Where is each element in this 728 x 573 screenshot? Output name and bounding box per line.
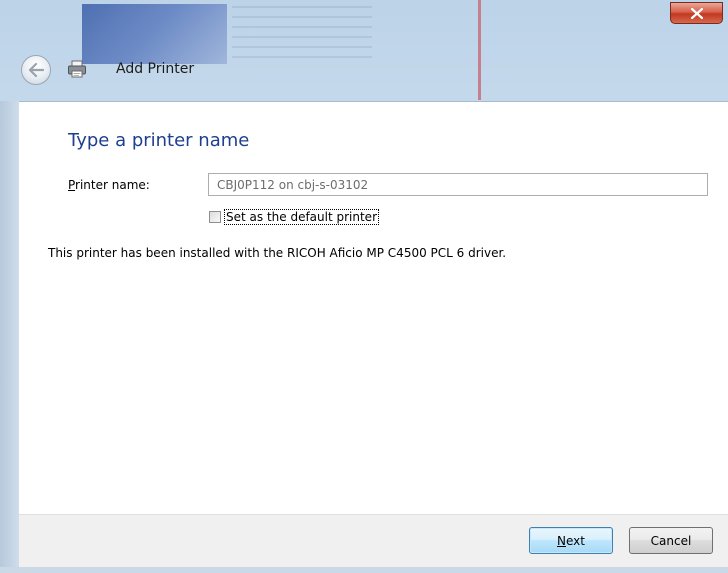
next-button-label: Next	[557, 533, 585, 548]
wizard-footer: Next Cancel	[19, 514, 728, 567]
back-button[interactable]	[21, 55, 51, 85]
close-icon	[690, 7, 703, 19]
back-arrow-icon	[28, 63, 44, 77]
frame-left-border	[0, 101, 19, 567]
cancel-button-label: Cancel	[650, 533, 692, 548]
cancel-button[interactable]: Cancel	[629, 527, 713, 554]
printer-icon	[68, 60, 86, 78]
default-printer-checkbox[interactable]	[209, 211, 221, 223]
default-printer-label[interactable]: Set as the default printer	[224, 209, 379, 225]
title-row: Add Printer	[0, 45, 728, 100]
default-printer-option[interactable]: Set as the default printer	[209, 209, 379, 225]
wizard-content: Type a printer name Printer name: Set as…	[19, 101, 728, 514]
page-heading: Type a printer name	[68, 130, 250, 151]
frame-bottom-border	[0, 567, 728, 573]
window-title: Add Printer	[116, 61, 195, 77]
close-button[interactable]	[670, 2, 723, 24]
driver-info-text: This printer has been installed with the…	[48, 246, 507, 260]
printer-name-input[interactable]	[208, 173, 708, 196]
printer-name-label: Printer name:	[68, 178, 150, 192]
next-button[interactable]: Next	[529, 527, 613, 554]
